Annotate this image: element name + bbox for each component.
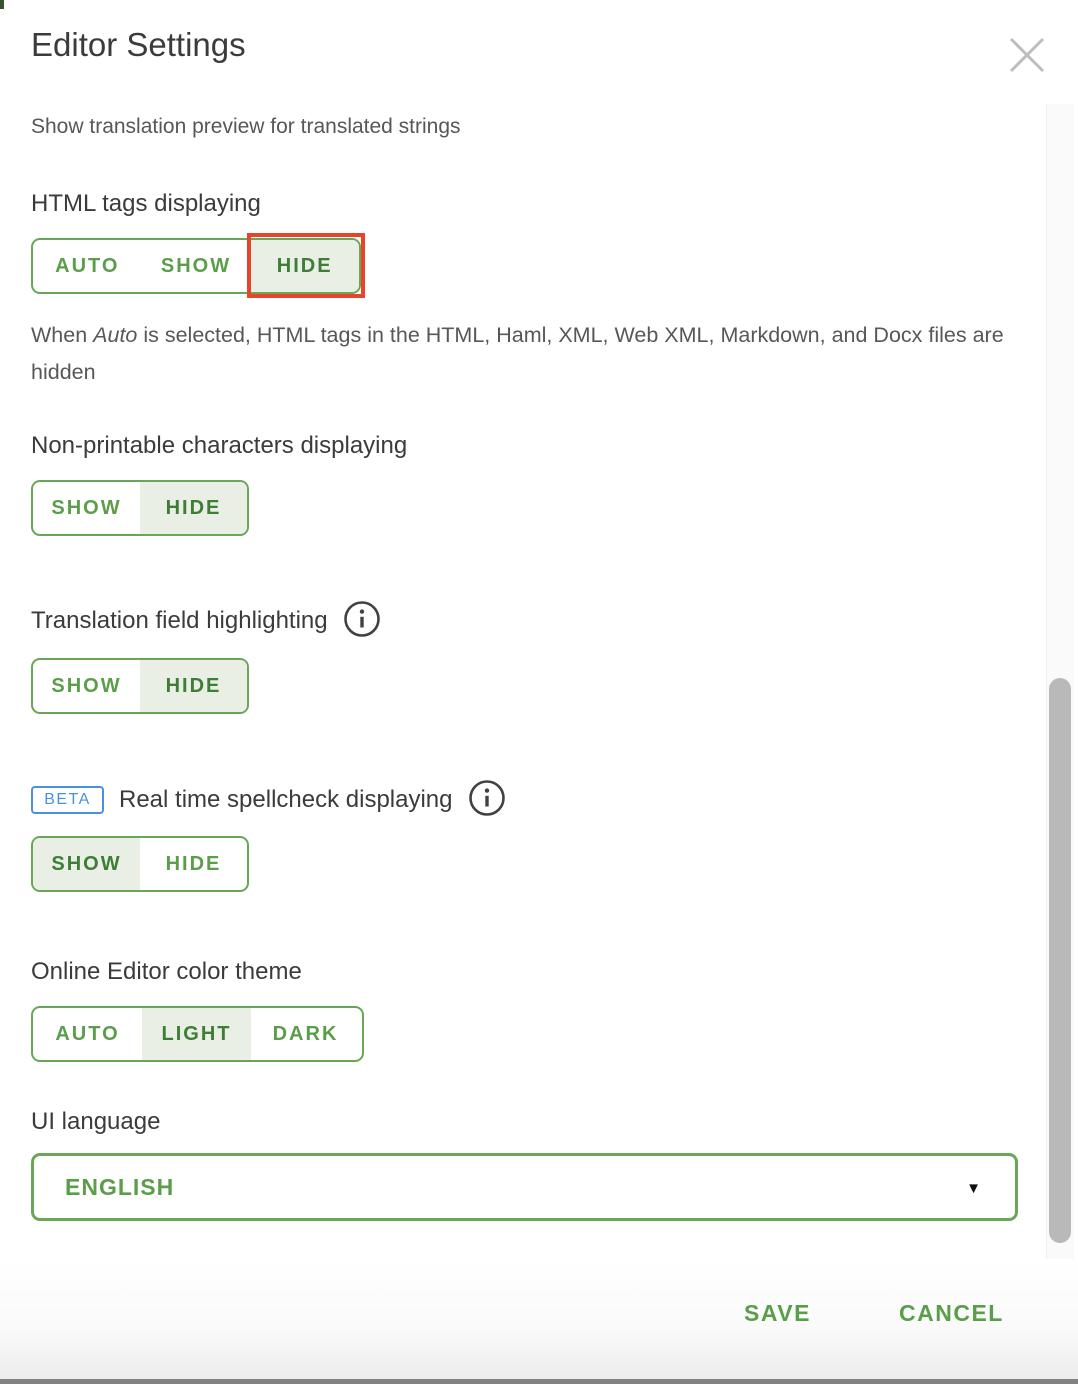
chevron-down-icon: ▼ <box>966 1180 981 1197</box>
field-highlighting-label: Translation field highlighting <box>31 607 328 635</box>
color-theme-option-dark[interactable]: DARK <box>251 1008 360 1060</box>
spellcheck-header: BETA Real time spellcheck displaying <box>31 780 506 820</box>
non-printable-toggle: SHOW HIDE <box>31 480 249 536</box>
field-highlighting-toggle: SHOW HIDE <box>31 658 249 714</box>
scrollbar-thumb[interactable] <box>1049 678 1071 1243</box>
non-printable-option-show[interactable]: SHOW <box>33 482 140 534</box>
ui-language-value: ENGLISH <box>65 1174 174 1201</box>
html-tags-option-auto[interactable]: AUTO <box>33 240 142 292</box>
screen-corner-artifact <box>0 0 4 9</box>
description-italic-auto: Auto <box>93 323 137 347</box>
spellcheck-option-hide[interactable]: HIDE <box>140 838 247 890</box>
spellcheck-toggle: SHOW HIDE <box>31 836 249 892</box>
html-tags-option-hide[interactable]: HIDE <box>250 240 359 292</box>
spellcheck-option-show[interactable]: SHOW <box>33 838 140 890</box>
color-theme-label: Online Editor color theme <box>31 958 302 986</box>
translation-preview-note: Show translation preview for translated … <box>31 115 461 139</box>
html-tags-label: HTML tags displaying <box>31 190 261 218</box>
non-printable-option-hide[interactable]: HIDE <box>140 482 247 534</box>
beta-badge: BETA <box>31 786 104 814</box>
description-text: is selected, HTML tags in the HTML, Haml… <box>31 323 1004 384</box>
save-button[interactable]: SAVE <box>744 1300 811 1327</box>
dialog-bottom-edge <box>0 1379 1078 1384</box>
color-theme-toggle: AUTO LIGHT DARK <box>31 1006 364 1062</box>
field-highlighting-header: Translation field highlighting <box>31 601 381 641</box>
html-tags-option-show[interactable]: SHOW <box>142 240 251 292</box>
ui-language-label: UI language <box>31 1108 160 1136</box>
non-printable-label: Non-printable characters displaying <box>31 432 407 460</box>
cancel-button[interactable]: CANCEL <box>899 1300 1004 1327</box>
ui-language-select[interactable]: ENGLISH ▼ <box>31 1153 1018 1221</box>
dialog-title: Editor Settings <box>31 26 246 64</box>
color-theme-option-light[interactable]: LIGHT <box>142 1008 251 1060</box>
field-highlighting-option-show[interactable]: SHOW <box>33 660 140 712</box>
info-icon[interactable] <box>343 600 381 643</box>
html-tags-toggle: AUTO SHOW HIDE <box>31 238 361 294</box>
spellcheck-label: Real time spellcheck displaying <box>119 786 453 814</box>
info-icon[interactable] <box>468 779 506 822</box>
html-tags-description: When Auto is selected, HTML tags in the … <box>31 317 1031 391</box>
description-text: When <box>31 323 93 347</box>
field-highlighting-option-hide[interactable]: HIDE <box>140 660 247 712</box>
close-icon[interactable] <box>1008 36 1046 74</box>
color-theme-option-auto[interactable]: AUTO <box>33 1008 142 1060</box>
